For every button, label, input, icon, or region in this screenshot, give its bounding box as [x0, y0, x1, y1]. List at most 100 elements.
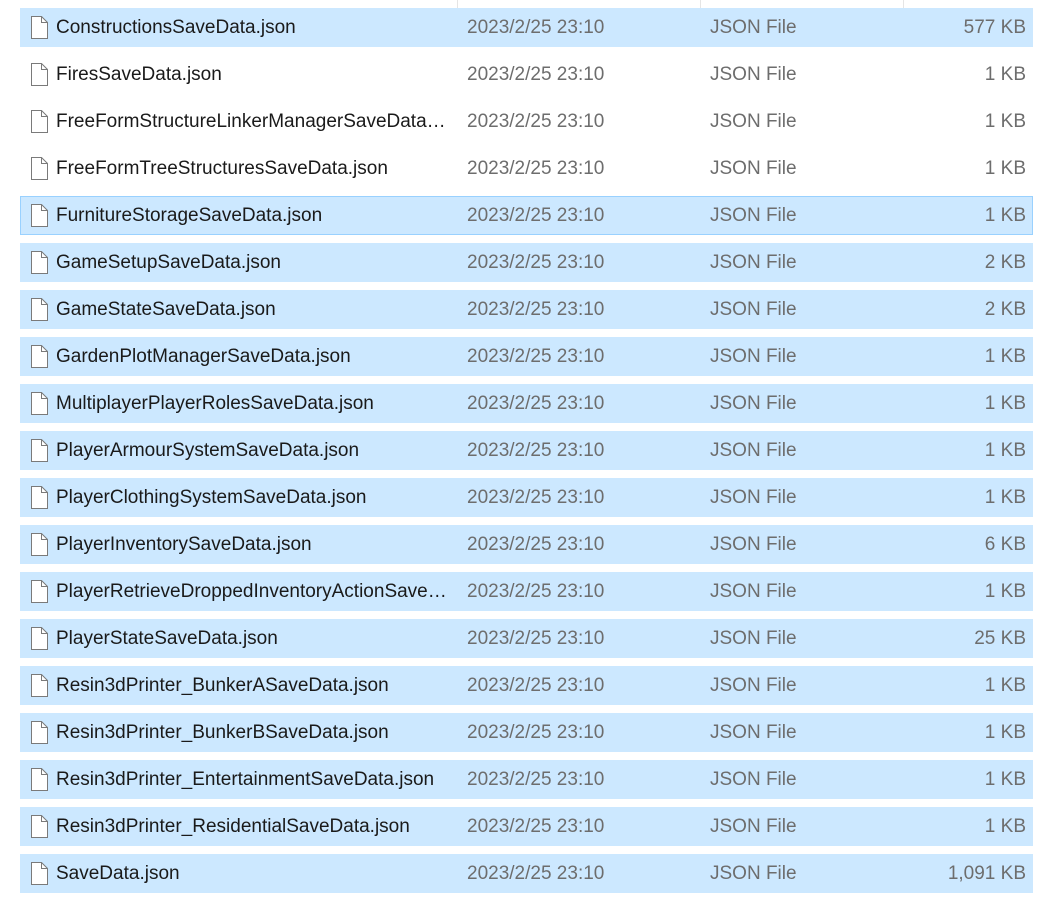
file-size: 1 KB [984, 440, 1026, 461]
file-name: FreeFormTreeStructuresSaveData.json [56, 158, 388, 179]
file-date-modified: 2023/2/25 23:10 [467, 440, 605, 461]
file-date-modified: 2023/2/25 23:10 [467, 158, 605, 179]
file-icon [31, 486, 48, 509]
file-size: 1 KB [984, 816, 1026, 837]
file-name: PlayerArmourSystemSaveData.json [56, 440, 360, 461]
file-row[interactable]: ConstructionsSaveData.json 2023/2/25 23:… [20, 8, 1033, 47]
file-icon [31, 533, 48, 556]
file-row[interactable]: PlayerRetrieveDroppedInventoryActionSave… [20, 572, 1033, 611]
file-row[interactable]: PlayerStateSaveData.json 2023/2/25 23:10… [20, 619, 1033, 658]
file-row[interactable]: MultiplayerPlayerRolesSaveData.json 2023… [20, 384, 1033, 423]
file-date-modified: 2023/2/25 23:10 [467, 722, 605, 743]
file-name: GameStateSaveData.json [56, 299, 276, 320]
file-size: 1 KB [984, 64, 1026, 85]
column-divider[interactable] [457, 0, 458, 8]
file-icon [31, 63, 48, 86]
file-icon [31, 627, 48, 650]
file-size: 25 KB [974, 628, 1026, 649]
file-name: SaveData.json [56, 863, 180, 884]
file-icon [31, 439, 48, 462]
file-date-modified: 2023/2/25 23:10 [467, 17, 605, 38]
file-icon [31, 815, 48, 838]
file-row[interactable]: SaveData.json 2023/2/25 23:10 JSON File … [20, 854, 1033, 893]
file-name: GameSetupSaveData.json [56, 252, 281, 273]
file-name: Resin3dPrinter_BunkerBSaveData.json [56, 722, 389, 743]
file-row[interactable]: FurnitureStorageSaveData.json 2023/2/25 … [20, 196, 1033, 235]
file-icon [31, 345, 48, 368]
file-date-modified: 2023/2/25 23:10 [467, 393, 605, 414]
file-icon [31, 768, 48, 791]
file-date-modified: 2023/2/25 23:10 [467, 64, 605, 85]
file-date-modified: 2023/2/25 23:10 [467, 863, 605, 884]
file-row[interactable]: PlayerArmourSystemSaveData.json 2023/2/2… [20, 431, 1033, 470]
file-name: FurnitureStorageSaveData.json [56, 205, 323, 226]
file-size: 577 KB [963, 17, 1026, 38]
file-row[interactable]: GameSetupSaveData.json 2023/2/25 23:10 J… [20, 243, 1033, 282]
file-type: JSON File [710, 581, 797, 602]
file-date-modified: 2023/2/25 23:10 [467, 111, 605, 132]
file-icon [31, 251, 48, 274]
file-date-modified: 2023/2/25 23:10 [467, 675, 605, 696]
file-icon [31, 580, 48, 603]
file-type: JSON File [710, 393, 797, 414]
file-row[interactable]: FiresSaveData.json 2023/2/25 23:10 JSON … [20, 55, 1033, 94]
file-row[interactable]: PlayerInventorySaveData.json 2023/2/25 2… [20, 525, 1033, 564]
file-type: JSON File [710, 769, 797, 790]
file-row[interactable]: GardenPlotManagerSaveData.json 2023/2/25… [20, 337, 1033, 376]
file-type: JSON File [710, 487, 797, 508]
file-type: JSON File [710, 17, 797, 38]
file-name: FiresSaveData.json [56, 64, 222, 85]
file-size: 2 KB [984, 299, 1026, 320]
file-date-modified: 2023/2/25 23:10 [467, 205, 605, 226]
file-type: JSON File [710, 252, 797, 273]
file-type: JSON File [710, 158, 797, 179]
file-name: PlayerStateSaveData.json [56, 628, 278, 649]
column-divider[interactable] [903, 0, 904, 8]
file-icon [31, 298, 48, 321]
file-size: 6 KB [984, 534, 1026, 555]
column-divider[interactable] [700, 0, 701, 8]
file-icon [31, 674, 48, 697]
file-icon [31, 862, 48, 885]
file-type: JSON File [710, 534, 797, 555]
file-date-modified: 2023/2/25 23:10 [467, 534, 605, 555]
file-row[interactable]: Resin3dPrinter_BunkerBSaveData.json 2023… [20, 713, 1033, 752]
file-row[interactable]: GameStateSaveData.json 2023/2/25 23:10 J… [20, 290, 1033, 329]
file-row[interactable]: FreeFormTreeStructuresSaveData.json 2023… [20, 149, 1033, 188]
file-icon [31, 204, 48, 227]
file-date-modified: 2023/2/25 23:10 [467, 581, 605, 602]
file-name: Resin3dPrinter_ResidentialSaveData.json [56, 816, 410, 837]
file-size: 1 KB [984, 158, 1026, 179]
file-row[interactable]: PlayerClothingSystemSaveData.json 2023/2… [20, 478, 1033, 517]
file-type: JSON File [710, 64, 797, 85]
file-type: JSON File [710, 346, 797, 367]
file-row[interactable]: Resin3dPrinter_BunkerASaveData.json 2023… [20, 666, 1033, 705]
file-name: PlayerInventorySaveData.json [56, 534, 312, 555]
file-date-modified: 2023/2/25 23:10 [467, 769, 605, 790]
file-name: Resin3dPrinter_EntertainmentSaveData.jso… [56, 769, 435, 790]
file-list: ConstructionsSaveData.json 2023/2/25 23:… [0, 0, 1056, 902]
file-type: JSON File [710, 722, 797, 743]
file-row[interactable]: Resin3dPrinter_ResidentialSaveData.json … [20, 807, 1033, 846]
file-size: 1 KB [984, 675, 1026, 696]
file-size: 1 KB [984, 393, 1026, 414]
file-date-modified: 2023/2/25 23:10 [467, 628, 605, 649]
file-size: 2 KB [984, 252, 1026, 273]
file-name: ConstructionsSaveData.json [56, 17, 296, 38]
file-size: 1 KB [984, 111, 1026, 132]
file-name: FreeFormStructureLinkerManagerSaveData.j… [56, 111, 448, 132]
file-size: 1 KB [984, 769, 1026, 790]
file-row[interactable]: Resin3dPrinter_EntertainmentSaveData.jso… [20, 760, 1033, 799]
file-type: JSON File [710, 816, 797, 837]
file-icon [31, 16, 48, 39]
file-type: JSON File [710, 205, 797, 226]
file-size: 1,091 KB [947, 863, 1026, 884]
file-type: JSON File [710, 440, 797, 461]
file-name: MultiplayerPlayerRolesSaveData.json [56, 393, 374, 414]
file-date-modified: 2023/2/25 23:10 [467, 252, 605, 273]
file-type: JSON File [710, 299, 797, 320]
file-size: 1 KB [984, 205, 1026, 226]
file-type: JSON File [710, 628, 797, 649]
file-date-modified: 2023/2/25 23:10 [467, 346, 605, 367]
file-row[interactable]: FreeFormStructureLinkerManagerSaveData.j… [20, 102, 1033, 141]
